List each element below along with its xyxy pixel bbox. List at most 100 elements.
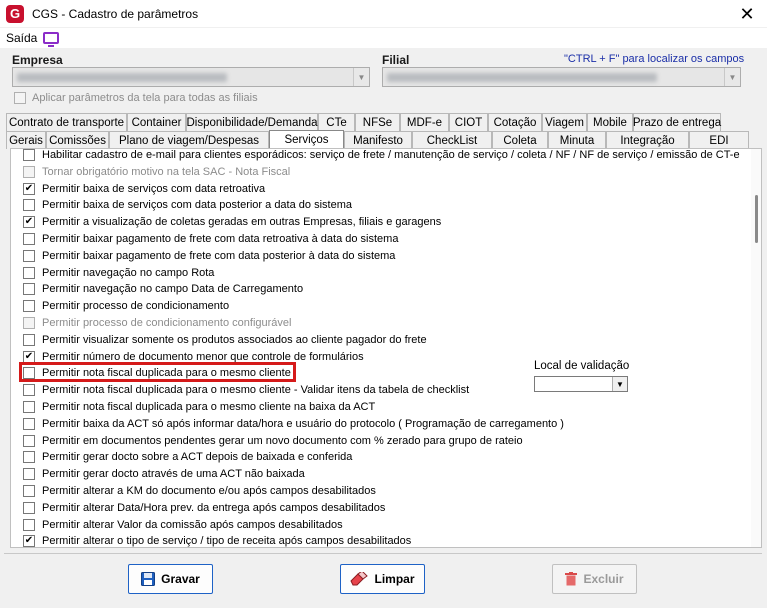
local-validacao-label: Local de validação (534, 360, 630, 372)
list-item-checkbox[interactable] (23, 249, 35, 262)
list-item[interactable]: ✔ Permitir alterar o tipo de serviço / ti… (23, 533, 411, 547)
list-item-label: Permitir nota fiscal duplicada para o me… (42, 384, 470, 397)
tab-gerais[interactable]: Gerais (6, 131, 46, 149)
apply-all-label: Aplicar parâmetros da tela para todas as… (32, 92, 258, 104)
list-item-checkbox[interactable] (23, 149, 35, 161)
tab-mobile[interactable]: Mobile (587, 113, 633, 131)
menu-saida[interactable]: Saída (6, 31, 37, 45)
list-item-checkbox[interactable] (23, 434, 35, 447)
list-item-checkbox[interactable] (23, 451, 35, 464)
list-item[interactable]: Permitir nota fiscal duplicada para o me… (23, 399, 375, 415)
list-item[interactable]: Permitir baixa de serviços com data post… (23, 197, 352, 213)
list-item-label: Permitir baixa de serviços com data post… (42, 199, 352, 212)
tab-ciot[interactable]: CIOT (449, 113, 488, 131)
tab-comissoes[interactable]: Comissões (46, 131, 109, 149)
highlight-box (19, 362, 296, 382)
monitor-icon[interactable] (43, 32, 60, 47)
list-item-checkbox[interactable] (23, 283, 35, 296)
list-item[interactable]: Permitir navegação no campo Data de Carr… (23, 281, 303, 297)
tab-cotacao[interactable]: Cotação (488, 113, 542, 131)
tab-manifesto[interactable]: Manifesto (344, 131, 412, 149)
list-item-checkbox[interactable] (23, 300, 35, 313)
services-panel: Habilitar cadastro de e-mail para client… (10, 148, 762, 548)
tab-row-1: Contrato de transporte Container Disponibi… (6, 113, 721, 131)
list-item[interactable]: Permitir alterar a KM do documento e/ou … (23, 483, 376, 499)
limpar-button[interactable]: Limpar (340, 564, 425, 594)
list-item[interactable]: Permitir nota fiscal duplicada para o me… (23, 382, 469, 398)
apply-all-checkbox (14, 92, 26, 104)
tab-checklist[interactable]: CheckList (412, 131, 492, 149)
tab-coleta[interactable]: Coleta (492, 131, 548, 149)
list-item-label: Permitir navegação no campo Data de Carr… (42, 283, 304, 296)
list-item-label: Permitir processo de condicionamento (42, 300, 230, 313)
list-item-checkbox[interactable] (23, 485, 35, 497)
list-item-label: Permitir alterar Valor da comissão após … (42, 518, 343, 531)
empresa-select[interactable]: ▼ (12, 67, 370, 87)
list-item-checkbox[interactable]: ✔ (23, 350, 35, 363)
list-item-label: Permitir alterar a KM do documento e/ou … (42, 485, 376, 497)
list-item-label: Permitir em documentos pendentes gerar u… (42, 434, 523, 447)
list-item[interactable]: Permitir baixar pagamento de frete com d… (23, 231, 398, 247)
list-item-checkbox[interactable] (23, 468, 35, 481)
tab-container[interactable]: Container (127, 113, 186, 131)
empresa-label: Empresa (12, 53, 63, 67)
tab-cte[interactable]: CTe (318, 113, 355, 131)
list-item-checkbox[interactable] (23, 333, 35, 346)
list-item-checkbox[interactable] (23, 401, 35, 413)
tab-disponibilidade-demanda[interactable]: Disponibilidade/Demanda (186, 113, 318, 131)
tab-integracao[interactable]: Integração (606, 131, 689, 149)
list-item-checkbox[interactable] (23, 518, 35, 531)
vertical-scrollbar[interactable] (751, 149, 761, 547)
floppy-disk-icon (141, 572, 156, 586)
tab-nfse[interactable]: NFSe (355, 113, 400, 131)
list-item-label: Permitir navegação no campo Rota (42, 266, 215, 279)
chevron-down-icon[interactable]: ▼ (353, 68, 369, 86)
list-item[interactable]: Permitir baixa da ACT só após informar d… (23, 416, 564, 432)
eraser-icon (350, 572, 369, 586)
tab-mdf-e[interactable]: MDF-e (400, 113, 449, 131)
list-item[interactable]: Permitir gerar docto através de uma ACT … (23, 466, 305, 482)
tab-contrato-de-transporte[interactable]: Contrato de transporte (6, 113, 127, 131)
list-item-checkbox[interactable] (23, 501, 35, 514)
list-item-label: Permitir baixar pagamento de frete com d… (42, 249, 396, 262)
tab-edi[interactable]: EDI (689, 131, 749, 149)
close-button[interactable]: ✕ (737, 4, 757, 24)
list-item-checkbox[interactable] (23, 266, 35, 279)
tab-viagem[interactable]: Viagem (542, 113, 587, 131)
gravar-button[interactable]: Gravar (128, 564, 213, 594)
app-logo-icon: G (6, 4, 24, 23)
tab-servicos[interactable]: Serviços (269, 130, 344, 149)
chevron-down-icon[interactable]: ▼ (612, 377, 627, 391)
filial-select[interactable]: ▼ (382, 67, 741, 87)
list-item[interactable]: Permitir alterar Valor da comissão após … (23, 517, 343, 533)
tab-plano-de-viagem-despesas[interactable]: Plano de viagem/Despesas (109, 131, 269, 149)
list-item[interactable]: Permitir em documentos pendentes gerar u… (23, 433, 523, 449)
list-item[interactable]: Permitir alterar Data/Hora prev. da entr… (23, 500, 385, 516)
list-item[interactable]: ✔ Permitir baixa de serviços com data ret… (23, 181, 265, 197)
list-item[interactable]: Permitir gerar docto sobre a ACT depois … (23, 449, 352, 465)
list-item[interactable]: Permitir visualizar somente os produtos … (23, 332, 427, 348)
menu-bar: Saída (0, 28, 767, 48)
excluir-button[interactable]: Excluir (552, 564, 637, 594)
list-item[interactable]: ✔ Permitir a visualização de coletas gera… (23, 214, 441, 230)
list-item[interactable]: Permitir baixar pagamento de frete com d… (23, 248, 395, 264)
list-item-checkbox[interactable]: ✔ (23, 182, 35, 195)
chevron-down-icon[interactable]: ▼ (724, 68, 740, 86)
list-item-checkbox[interactable]: ✔ (23, 535, 35, 547)
tab-minuta[interactable]: Minuta (548, 131, 606, 149)
list-item[interactable]: Permitir processo de condicionamento (23, 298, 229, 314)
scroll-thumb[interactable] (755, 195, 758, 243)
list-item-label: Permitir gerar docto sobre a ACT depois … (42, 451, 353, 464)
list-item-checkbox (23, 165, 35, 178)
list-item-checkbox[interactable] (23, 199, 35, 212)
list-item-checkbox[interactable] (23, 233, 35, 245)
local-validacao-select[interactable]: ▼ (534, 376, 628, 392)
list-item-checkbox[interactable] (23, 384, 35, 397)
list-item-label: Permitir alterar Data/Hora prev. da entr… (42, 501, 386, 514)
list-item[interactable]: Permitir navegação no campo Rota (23, 265, 214, 281)
list-item-checkbox[interactable] (23, 417, 35, 430)
list-item[interactable]: Habilitar cadastro de e-mail para client… (23, 149, 740, 163)
list-item: Permitir processo de condicionamento con… (23, 315, 291, 331)
tab-prazo-de-entrega[interactable]: Prazo de entrega (633, 113, 721, 131)
list-item-checkbox[interactable]: ✔ (23, 216, 35, 229)
